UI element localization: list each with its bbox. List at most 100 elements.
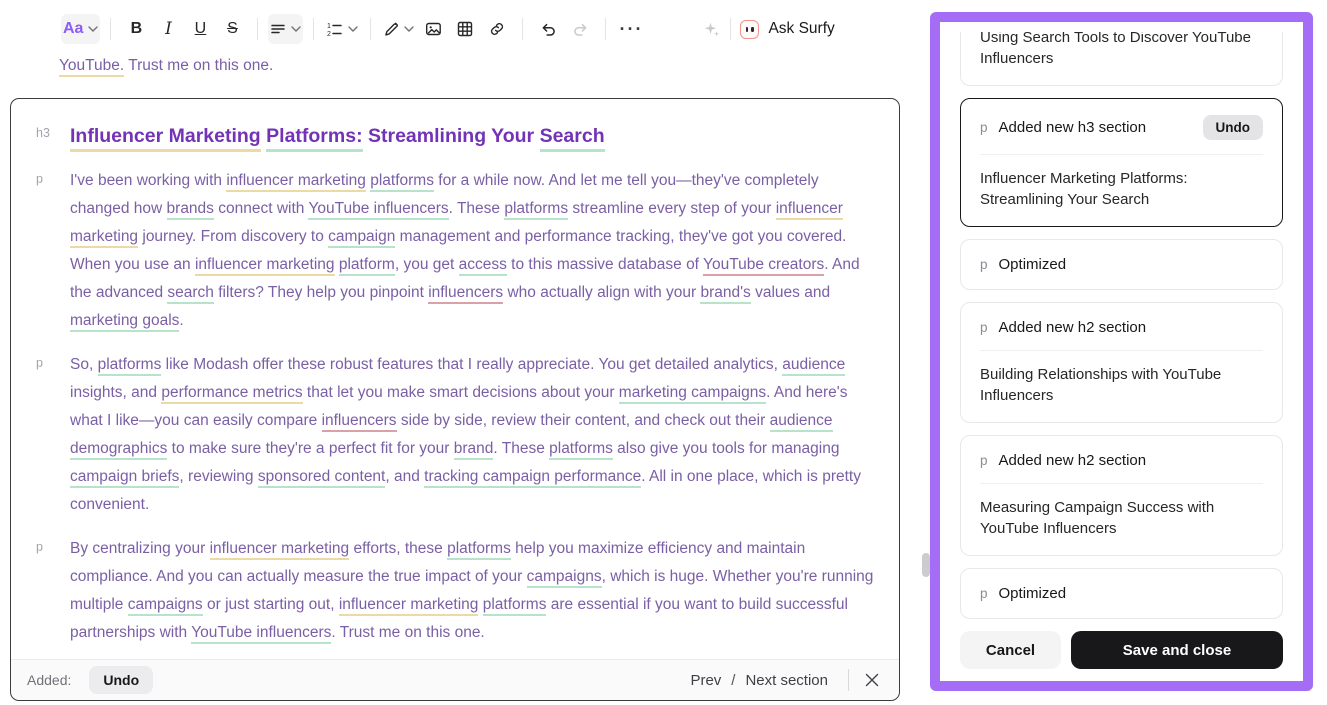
prev-next-separator: / xyxy=(731,672,735,689)
change-card[interactable]: pOptimized xyxy=(960,568,1283,619)
change-card-header: pOptimized xyxy=(980,256,1263,273)
insert-link-button[interactable] xyxy=(482,14,512,44)
italic-button[interactable]: I xyxy=(153,14,183,44)
change-card-header: pAdded new h2 section xyxy=(980,452,1263,469)
text-segment: side by side, review their content, and … xyxy=(397,412,770,429)
svg-text:2: 2 xyxy=(327,31,331,37)
chevron-down-icon xyxy=(291,26,301,32)
keyword-teal: campaigns xyxy=(128,596,203,616)
change-card[interactable]: Using Search Tools to Discover YouTube I… xyxy=(960,32,1283,86)
heading-tag-label: h3 xyxy=(36,126,50,140)
change-card-action: Added new h3 section xyxy=(999,119,1147,136)
keyword-teal: Platforms: xyxy=(266,125,362,152)
chevron-down-icon xyxy=(88,26,98,32)
text-segment: I've been working with xyxy=(70,172,226,189)
pen-icon xyxy=(383,21,399,37)
toolbar-divider xyxy=(313,18,314,40)
keyword-teal: YouTube influencers xyxy=(308,200,448,220)
insert-image-button[interactable] xyxy=(418,14,448,44)
change-card[interactable]: pAdded new h2 sectionBuilding Relationsh… xyxy=(960,302,1283,423)
undo-icon xyxy=(540,21,557,38)
change-card[interactable]: pAdded new h3 sectionUndoInfluencer Mark… xyxy=(960,98,1283,227)
insert-table-button[interactable] xyxy=(450,14,480,44)
ask-surfy-button[interactable]: Ask Surfy xyxy=(740,20,834,39)
text-segment: or just starting out, xyxy=(203,596,339,613)
underline-button[interactable]: U xyxy=(185,14,215,44)
save-and-close-button[interactable]: Save and close xyxy=(1071,631,1283,669)
keyword-pink: YouTube creators xyxy=(703,256,824,276)
keyword-teal: platforms xyxy=(504,200,568,220)
keyword-yellow: Influencer Marketing xyxy=(70,125,261,152)
table-icon xyxy=(457,21,473,37)
keyword-teal: Search xyxy=(540,125,605,152)
align-dropdown[interactable] xyxy=(268,14,303,44)
keyword-teal: sponsored content xyxy=(258,468,386,488)
toolbar-divider xyxy=(110,18,111,40)
keyword-teal: platform xyxy=(339,256,395,276)
more-options-button[interactable]: ··· xyxy=(616,14,646,44)
keyword-teal: YouTube influencers xyxy=(191,624,331,644)
svg-text:1: 1 xyxy=(327,23,331,30)
close-section-button[interactable] xyxy=(861,669,883,691)
panel-footer: Cancel Save and close xyxy=(960,631,1283,669)
next-section-button[interactable]: Next section xyxy=(741,670,832,691)
text-segment: . xyxy=(179,312,183,329)
change-card-action: Added new h2 section xyxy=(999,452,1147,469)
change-cards-list: Using Search Tools to Discover YouTube I… xyxy=(960,32,1283,619)
paragraph-text[interactable]: By centralizing your influencer marketin… xyxy=(70,535,876,647)
image-icon xyxy=(425,21,442,37)
keyword-teal: campaign briefs xyxy=(70,468,179,488)
text-segment: Trust me on this one. xyxy=(124,57,273,74)
keyword-teal: tracking campaign performance xyxy=(424,468,641,488)
change-card-body: Measuring Campaign Success with YouTube … xyxy=(980,498,1263,539)
ask-surfy-label: Ask Surfy xyxy=(768,20,834,38)
section-undo-button[interactable]: Undo xyxy=(89,666,153,694)
keyword-teal: brand's xyxy=(700,284,750,304)
text-segment: connect with xyxy=(214,200,309,217)
paragraph-text[interactable]: So, platforms like Modash offer these ro… xyxy=(70,351,876,519)
text-segment: journey. From discovery to xyxy=(138,228,328,245)
cancel-button[interactable]: Cancel xyxy=(960,631,1061,669)
change-card-action: Added new h2 section xyxy=(999,319,1147,336)
card-undo-button[interactable]: Undo xyxy=(1203,115,1264,140)
section-footer-bar: Added: Undo Prev / Next section xyxy=(11,659,899,700)
highlight-pen-dropdown[interactable] xyxy=(381,14,416,44)
paragraph-tag-label: p xyxy=(36,356,43,370)
redo-button[interactable] xyxy=(565,14,595,44)
keyword-yellow: performance metrics xyxy=(161,384,302,404)
text-segment: values and xyxy=(751,284,830,301)
prev-section-button[interactable]: Prev xyxy=(686,670,725,691)
text-style-dropdown[interactable]: Aa xyxy=(61,14,100,44)
keyword-teal: audience xyxy=(782,356,845,376)
strikethrough-button[interactable]: S xyxy=(217,14,247,44)
change-card[interactable]: pAdded new h2 section Measuring Campaign … xyxy=(960,435,1283,556)
change-card[interactable]: pOptimized xyxy=(960,239,1283,290)
change-card-header: pAdded new h3 sectionUndo xyxy=(980,115,1263,140)
card-divider xyxy=(980,154,1263,155)
scrollbar-thumb[interactable] xyxy=(922,553,930,577)
text-segment: also give you tools for managing xyxy=(613,440,840,457)
keyword-teal: platforms xyxy=(370,172,434,192)
card-divider xyxy=(980,483,1263,484)
ordered-list-dropdown[interactable]: 12 xyxy=(324,14,360,44)
undo-button[interactable] xyxy=(533,14,563,44)
change-card-body: Building Relationships with YouTube Infl… xyxy=(980,365,1263,406)
highlighted-section: h3 Influencer Marketing Platforms: Strea… xyxy=(10,98,900,701)
text-segment: Streamlining Your xyxy=(363,125,540,147)
keyword-pink: influencers xyxy=(322,412,397,432)
change-card-body: Using Search Tools to Discover YouTube I… xyxy=(980,32,1263,69)
text-segment: like Modash offer these robust features … xyxy=(161,356,782,373)
paragraph-row: p So, platforms like Modash offer these r… xyxy=(11,351,899,519)
toolbar-divider xyxy=(370,18,371,40)
change-card-tag: p xyxy=(980,586,988,601)
paragraph-text[interactable]: I've been working with influencer market… xyxy=(70,167,876,335)
text-segment: , reviewing xyxy=(179,468,257,485)
text-segment: So, xyxy=(70,356,98,373)
toolbar-divider xyxy=(522,18,523,40)
keyword-yellow: influencer marketing xyxy=(195,256,335,276)
keyword-yellow: YouTube. xyxy=(59,57,124,77)
added-label: Added: xyxy=(27,672,71,688)
bold-button[interactable]: B xyxy=(121,14,151,44)
toolbar-divider xyxy=(605,18,606,40)
section-heading-text[interactable]: Influencer Marketing Platforms: Streamli… xyxy=(70,121,885,151)
